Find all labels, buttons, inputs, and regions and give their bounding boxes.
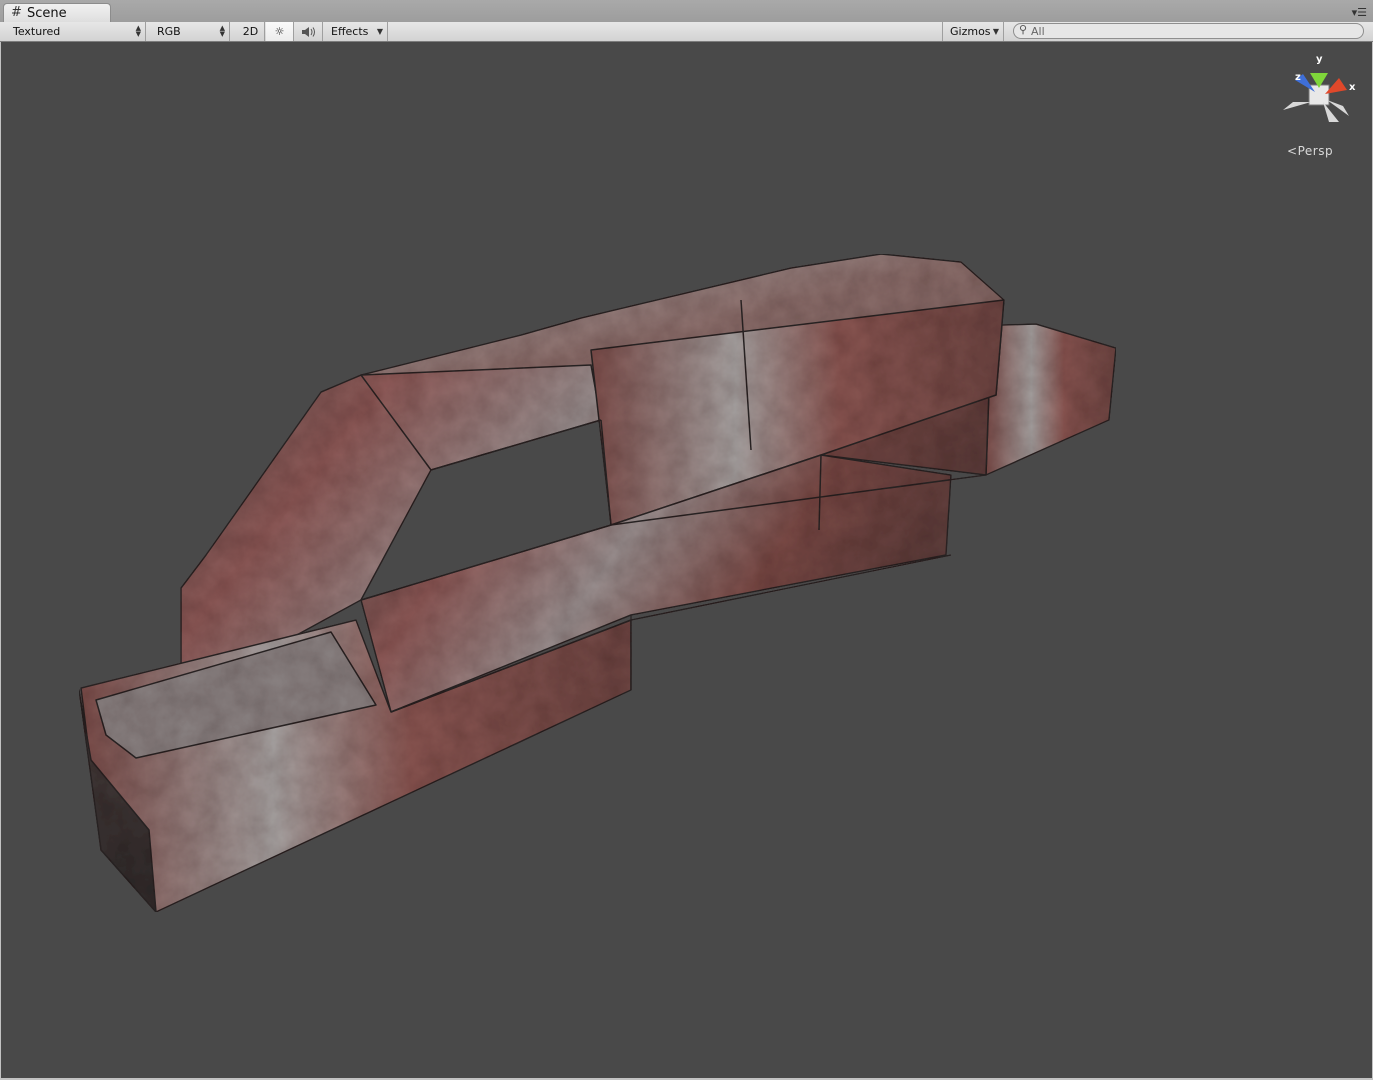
- gizmo-neg-x-cone[interactable]: [1283, 102, 1311, 110]
- gizmo-x-label: x: [1349, 82, 1356, 93]
- render-mode-value: RGB: [157, 25, 181, 38]
- projection-label: Persp: [1297, 144, 1334, 158]
- 2d-toggle-button[interactable]: 2D: [237, 22, 265, 41]
- gizmo-z-label: z: [1295, 72, 1301, 83]
- chevron-down-icon: ▼: [992, 27, 999, 36]
- search-input[interactable]: [1031, 24, 1351, 38]
- stone-wall-model[interactable]: [1, 42, 1372, 1078]
- tab-scene[interactable]: # Scene: [3, 3, 111, 22]
- effects-label: Effects: [331, 25, 369, 38]
- gizmo-y-label: y: [1316, 54, 1323, 65]
- gizmos-dropdown[interactable]: Gizmos ▼: [942, 22, 1004, 41]
- audio-toggle[interactable]: [295, 22, 323, 41]
- chevron-down-icon: ▼: [376, 27, 383, 36]
- scene-grid-icon: #: [11, 5, 22, 20]
- draw-mode-dropdown[interactable]: Textured ▲ ▼: [6, 22, 146, 41]
- scene-lighting-toggle[interactable]: ☼: [266, 22, 294, 41]
- speaker-icon: [301, 27, 315, 37]
- tab-menu-icon[interactable]: ▾☰: [1352, 7, 1367, 18]
- tab-scene-label: Scene: [27, 6, 67, 21]
- orientation-gizmo[interactable]: y x z: [1279, 50, 1359, 130]
- projection-toggle[interactable]: <Persp: [1287, 144, 1333, 158]
- search-field[interactable]: ⚲: [1013, 23, 1364, 39]
- scene-toolbar: Textured ▲ ▼ RGB ▲ ▼ 2D ☼ Effects ▼ Gizmos…: [0, 22, 1373, 42]
- sun-icon: ☼: [274, 25, 285, 38]
- updown-arrows-icon: ▲ ▼: [135, 24, 141, 38]
- perspective-icon: <: [1287, 144, 1298, 158]
- gizmos-label: Gizmos: [950, 25, 991, 38]
- 2d-label: 2D: [242, 25, 259, 38]
- updown-arrows-icon: ▲ ▼: [219, 24, 225, 38]
- tab-bar: # Scene ▾☰: [0, 0, 1373, 23]
- search-icon: ⚲: [1019, 23, 1028, 36]
- render-mode-dropdown[interactable]: RGB ▲ ▼: [150, 22, 230, 41]
- scene-viewport[interactable]: y x z <Persp: [1, 42, 1372, 1078]
- draw-mode-value: Textured: [13, 25, 61, 38]
- effects-dropdown[interactable]: Effects ▼: [324, 22, 388, 41]
